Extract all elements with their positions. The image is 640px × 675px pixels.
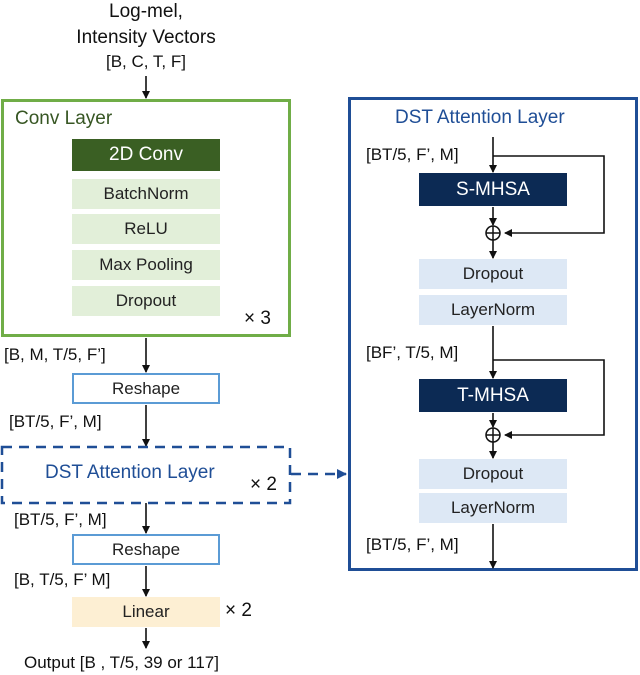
skip-connection-1 <box>493 155 605 237</box>
dst-dashed-box <box>0 445 292 505</box>
skip-connection-2 <box>493 359 605 439</box>
connector-layer <box>0 76 605 649</box>
